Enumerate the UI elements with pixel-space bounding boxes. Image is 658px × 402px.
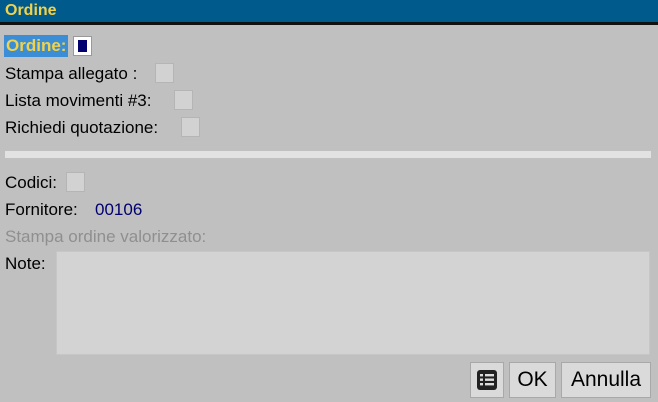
codici-label: Codici: <box>5 173 57 192</box>
lista-movimenti-checkbox[interactable] <box>174 90 193 110</box>
fornitore-value[interactable]: 00106 <box>95 200 142 220</box>
stampa-allegato-checkbox[interactable] <box>155 63 174 83</box>
lista-movimenti-label: Lista movimenti #3: <box>5 91 152 110</box>
ordine-label: Ordine: <box>4 35 69 57</box>
title-bar: Ordine <box>0 0 658 25</box>
fornitore-label: Fornitore: <box>5 200 78 219</box>
stampa-valorizzato-label: Stampa ordine valorizzato: <box>5 227 207 246</box>
note-textarea[interactable] <box>56 251 650 355</box>
note-label: Note: <box>5 254 46 273</box>
separator <box>5 151 651 158</box>
annulla-button[interactable]: Annulla <box>561 362 651 398</box>
window-title: Ordine <box>5 2 57 19</box>
richiedi-quotazione-label: Richiedi quotazione: <box>5 118 159 137</box>
codici-checkbox[interactable] <box>66 172 85 192</box>
ordine-checkbox[interactable] <box>73 36 92 56</box>
stampa-allegato-label: Stampa allegato : <box>5 64 138 83</box>
richiedi-quotazione-checkbox[interactable] <box>181 117 200 137</box>
ok-button[interactable]: OK <box>509 362 556 398</box>
table-list-icon <box>477 370 497 390</box>
grid-button[interactable] <box>470 362 504 398</box>
